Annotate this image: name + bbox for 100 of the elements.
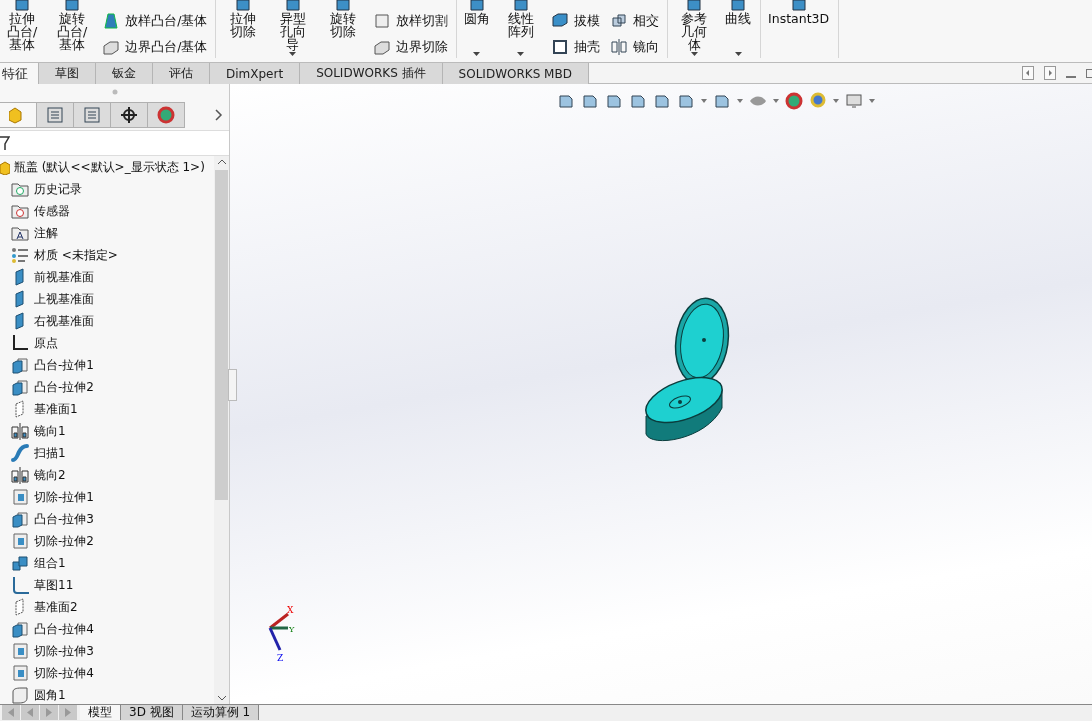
annotation-folder-icon: [10, 224, 30, 242]
model-tab[interactable]: 3D 视图: [121, 705, 183, 720]
loft-icon: [102, 12, 121, 30]
ribbon-button[interactable]: 曲线: [722, 0, 755, 60]
ribbon-tab[interactable]: 草图: [39, 63, 96, 84]
cut-extrude-icon: [10, 488, 30, 506]
sweep-icon: [10, 444, 30, 462]
feature-icon: [511, 0, 530, 12]
ribbon-button[interactable]: 抽壳: [548, 36, 602, 58]
filter-icon[interactable]: [0, 136, 10, 150]
appearance-icon[interactable]: [785, 92, 803, 110]
caret-icon[interactable]: [869, 99, 875, 103]
extrude-icon: [10, 620, 30, 638]
ribbon-button[interactable]: 圆角: [460, 0, 493, 60]
panel-tab[interactable]: [111, 102, 148, 128]
ribbon-tab[interactable]: 特征: [0, 63, 39, 84]
caret-icon[interactable]: [701, 99, 707, 103]
tree-item[interactable]: 原点: [0, 332, 214, 354]
zoom-fit-icon[interactable]: [557, 92, 575, 110]
tree-item[interactable]: 历史记录: [0, 178, 214, 200]
caret-icon[interactable]: [833, 99, 839, 103]
mirror-icon: [609, 38, 628, 56]
dynamic-annotation-icon[interactable]: [653, 92, 671, 110]
grip-icon[interactable]: [111, 89, 118, 95]
extrude-icon: [10, 510, 30, 528]
tree-item[interactable]: 凸台-拉伸4: [0, 618, 214, 640]
scrollbar-thumb[interactable]: [215, 170, 228, 500]
tree-item[interactable]: 瓶盖 (默认<<默认>_显示状态 1>): [0, 156, 214, 178]
display-style-icon[interactable]: [713, 92, 731, 110]
caret-icon[interactable]: [737, 99, 743, 103]
tree-item[interactable]: 基准面2: [0, 596, 214, 618]
tree-item[interactable]: 切除-拉伸1: [0, 486, 214, 508]
ribbon-tab[interactable]: SOLIDWORKS MBD: [442, 63, 589, 84]
tree-item[interactable]: 材质 <未指定>: [0, 244, 214, 266]
history-folder-icon: [10, 180, 30, 198]
mirror-icon: [10, 422, 30, 440]
ribbon-button[interactable]: 相交: [607, 10, 661, 32]
ribbon-tab[interactable]: 钣金: [96, 63, 153, 84]
material-icon: [10, 246, 30, 264]
tree-item[interactable]: 凸台-拉伸3: [0, 508, 214, 530]
zoom-area-icon[interactable]: [581, 92, 599, 110]
restore-icon[interactable]: [1086, 66, 1092, 80]
tree-item[interactable]: 凸台-拉伸2: [0, 376, 214, 398]
feature-icon: [63, 0, 82, 12]
ribbon-tab[interactable]: SOLIDWORKS 插件: [300, 63, 443, 84]
tree-item[interactable]: 凸台-拉伸1: [0, 354, 214, 376]
ribbon-button[interactable]: 拉伸凸台/基体: [0, 0, 45, 60]
tree-item[interactable]: 右视基准面: [0, 310, 214, 332]
view-orientation-icon[interactable]: [677, 92, 695, 110]
model-tab[interactable]: 模型: [80, 705, 121, 720]
ribbon-button[interactable]: 异型孔向导: [270, 0, 315, 60]
panel-right-icon[interactable]: [1044, 66, 1056, 80]
scene-icon[interactable]: [809, 92, 827, 110]
section-view-icon[interactable]: [629, 92, 647, 110]
ribbon-button[interactable]: 旋转切除: [320, 0, 365, 60]
appearance-icon: [157, 106, 175, 124]
tree-item[interactable]: 上视基准面: [0, 288, 214, 310]
tree-item[interactable]: 镜向2: [0, 464, 214, 486]
ribbon-button[interactable]: 参考几何体: [671, 0, 717, 60]
extrude-icon: [10, 356, 30, 374]
tree-item[interactable]: 传感器: [0, 200, 214, 222]
tree-item[interactable]: 圆角1: [0, 684, 214, 704]
cut-extrude-icon: [10, 532, 30, 550]
ribbon-button[interactable]: 放样凸台/基体: [100, 10, 210, 32]
ribbon-button[interactable]: 边界切除: [370, 36, 450, 58]
ribbon-button[interactable]: 拔模: [548, 10, 602, 32]
ribbon-button[interactable]: 边界凸台/基体: [100, 36, 210, 58]
part-icon: [0, 159, 10, 175]
monitor-icon[interactable]: [845, 92, 863, 110]
tree-item[interactable]: 扫描1: [0, 442, 214, 464]
feature-icon: [283, 0, 302, 12]
ribbon-button[interactable]: 拉伸切除: [220, 0, 265, 60]
tree-item[interactable]: 切除-拉伸2: [0, 530, 214, 552]
axis-triad-drawing: X Y Z: [266, 604, 300, 666]
ribbon-button[interactable]: Instant3D: [765, 0, 833, 60]
ribbon-button[interactable]: 镜向: [607, 36, 661, 58]
previous-view-icon[interactable]: [605, 92, 623, 110]
ribbon-button[interactable]: 线性阵列: [498, 0, 543, 60]
configuration-manager-icon: [83, 106, 101, 124]
property-manager-icon: [46, 106, 64, 124]
panel-left-icon[interactable]: [1022, 66, 1034, 80]
intersect-icon: [609, 12, 628, 30]
ribbon-tab[interactable]: DimXpert: [210, 63, 301, 84]
chevron-right-icon[interactable]: [215, 109, 223, 121]
tree-item[interactable]: 注解: [0, 222, 214, 244]
model-tab[interactable]: 运动算例 1: [182, 705, 260, 720]
tree-item[interactable]: 草图11: [0, 574, 214, 596]
tree-item[interactable]: 组合1: [0, 552, 214, 574]
feature-icon: [467, 0, 486, 12]
tree-item[interactable]: 切除-拉伸4: [0, 662, 214, 684]
ribbon-button[interactable]: 放样切割: [370, 10, 450, 32]
tree-item[interactable]: 前视基准面: [0, 266, 214, 288]
splitter-handle[interactable]: [228, 369, 237, 401]
ribbon-button[interactable]: 旋转凸台/基体: [50, 0, 95, 60]
caret-icon[interactable]: [773, 99, 779, 103]
feature-icon: [685, 0, 704, 12]
tree-item[interactable]: 镜向1: [0, 420, 214, 442]
tree-item[interactable]: 基准面1: [0, 398, 214, 420]
tree-item[interactable]: 切除-拉伸3: [0, 640, 214, 662]
ribbon-tab[interactable]: 评估: [153, 63, 210, 84]
